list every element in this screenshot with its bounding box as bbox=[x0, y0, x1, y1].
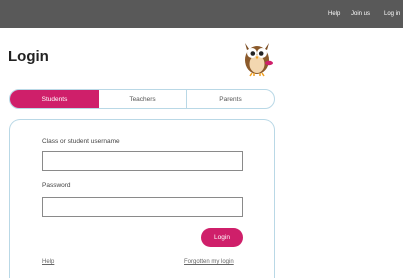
password-label: Password bbox=[42, 182, 71, 189]
nav-join-link[interactable]: Join us bbox=[351, 11, 370, 17]
nav-login-link[interactable]: Log in bbox=[384, 11, 400, 17]
login-button[interactable]: Login bbox=[201, 228, 243, 247]
password-input[interactable] bbox=[42, 197, 243, 217]
forgotten-login-link[interactable]: Forgotten my login bbox=[184, 259, 234, 265]
owl-icon bbox=[245, 43, 273, 77]
top-bar bbox=[0, 0, 403, 28]
tab-teachers[interactable]: Teachers bbox=[99, 90, 187, 108]
help-link[interactable]: Help bbox=[42, 259, 54, 265]
username-label: Class or student username bbox=[42, 138, 120, 145]
role-tabs: Students Teachers Parents bbox=[9, 89, 275, 109]
tab-students[interactable]: Students bbox=[10, 90, 99, 108]
tab-parents[interactable]: Parents bbox=[187, 90, 274, 108]
page-title: Login bbox=[8, 48, 49, 65]
nav-help-link[interactable]: Help bbox=[328, 11, 340, 17]
username-input[interactable] bbox=[42, 151, 243, 171]
